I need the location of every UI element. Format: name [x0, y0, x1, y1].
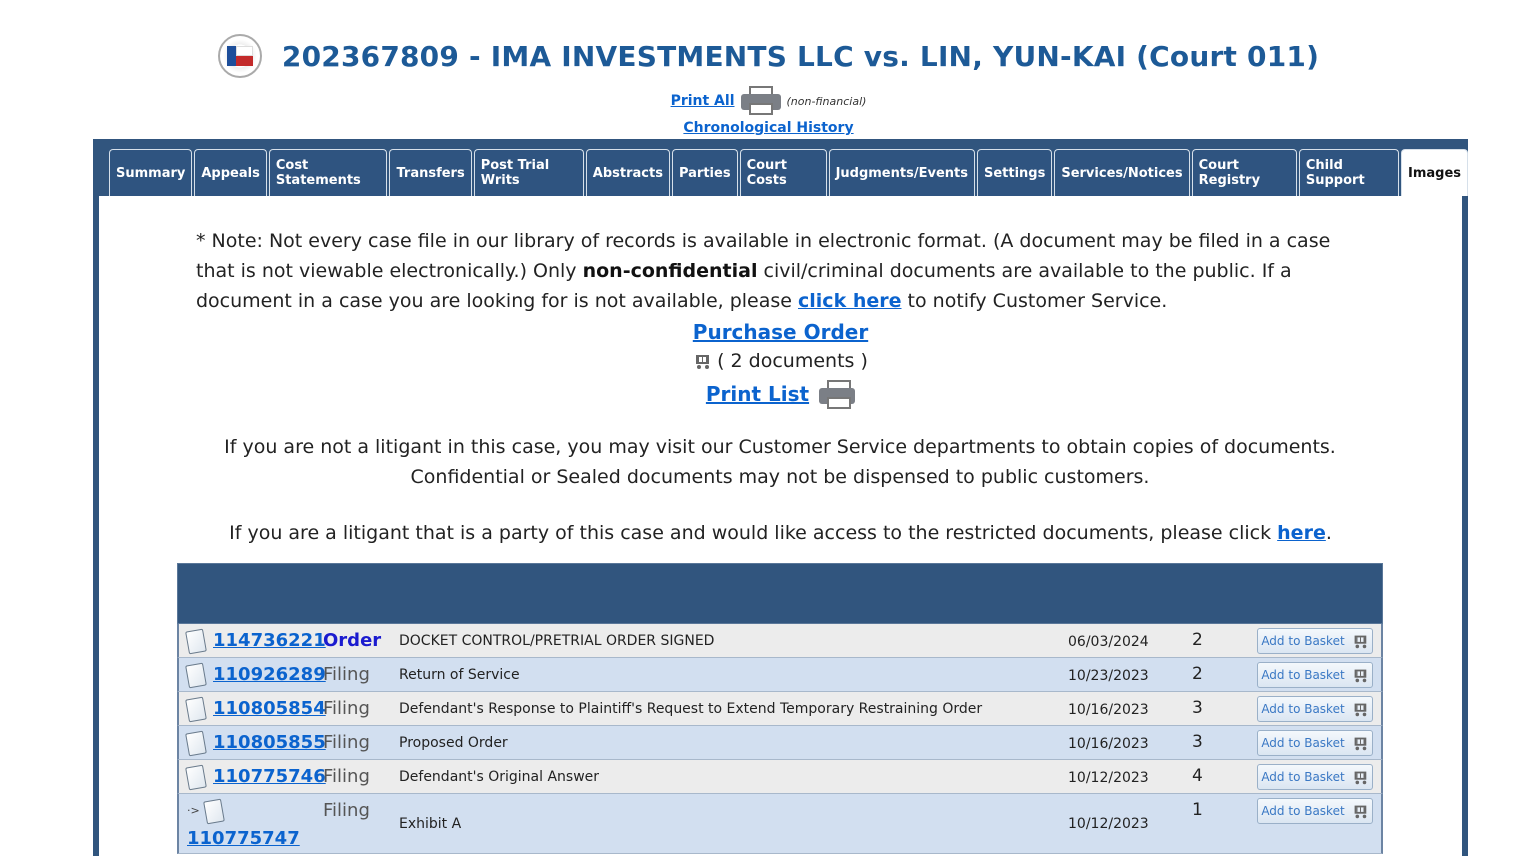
images-panel: * Note: Not every case file in our libra… [99, 196, 1462, 856]
case-frame: Summary Appeals Cost Statements Transfers Po… [93, 139, 1468, 856]
document-pages: 2 [1192, 664, 1203, 684]
documents-table: 114736221 Order DOCKET CONTROL/PRETRIAL OR… [177, 563, 1383, 854]
cart-icon [1352, 770, 1368, 785]
table-row: 114736221 Order DOCKET CONTROL/PRETRIAL OR… [177, 624, 1383, 658]
add-to-basket-button[interactable]: Add to Basket [1257, 764, 1373, 790]
add-to-basket-button[interactable]: Add to Basket [1257, 628, 1373, 654]
tab-judgments-events[interactable]: Judgments/Events [828, 149, 975, 196]
document-description: Return of Service [399, 667, 520, 683]
document-date: 10/12/2023 [1068, 770, 1149, 786]
tab-appeals[interactable]: Appeals [194, 149, 267, 196]
case-header: 202367809 - IMA INVESTMENTS LLC vs. LIN,… [0, 34, 1537, 136]
document-type: Order [323, 630, 382, 651]
document-number-link[interactable]: 110775747 [187, 828, 300, 849]
non-confidential-label: non-confidential [582, 260, 758, 282]
table-header [177, 563, 1383, 624]
document-description: DOCKET CONTROL/PRETRIAL ORDER SIGNED [399, 633, 715, 649]
tab-services-notices[interactable]: Services/Notices [1054, 149, 1190, 196]
purchase-order-link[interactable]: Purchase Order [693, 320, 868, 344]
cart-icon [1352, 736, 1368, 751]
document-type: Filing [323, 664, 370, 685]
tab-transfers[interactable]: Transfers [389, 149, 472, 196]
print-list-link[interactable]: Print List [706, 382, 809, 406]
document-type: Filing [323, 732, 370, 753]
document-type: Filing [323, 766, 370, 787]
document-number-link[interactable]: 110926289 [213, 664, 326, 685]
cart-icon [1352, 804, 1368, 819]
add-to-basket-button[interactable]: Add to Basket [1257, 798, 1373, 824]
litigant-info: If you are a litigant that is a party of… [229, 522, 1332, 544]
document-pages: 3 [1192, 732, 1203, 752]
documents-count: ( 2 documents ) [717, 350, 868, 372]
document-description: Exhibit A [399, 816, 462, 832]
document-pages: 1 [1192, 800, 1203, 820]
add-to-basket-button[interactable]: Add to Basket [1257, 730, 1373, 756]
document-description: Defendant's Response to Plaintiff's Requ… [399, 701, 983, 717]
attachment-arrow: ·> [187, 804, 200, 817]
non-litigant-info: If you are not a litigant in this case, … [224, 436, 1336, 488]
tab-summary[interactable]: Summary [109, 149, 193, 196]
cart-icon [1352, 634, 1368, 649]
document-description: Defendant's Original Answer [399, 769, 600, 785]
chronological-history-link[interactable]: Chronological History [683, 120, 853, 136]
tab-images[interactable]: Images [1400, 149, 1468, 196]
non-financial-note: (non-financial) [786, 94, 867, 108]
document-icon[interactable] [203, 798, 225, 825]
document-number-link[interactable]: 110805855 [213, 732, 326, 753]
cart-icon [1352, 702, 1368, 717]
document-icon[interactable] [185, 628, 207, 655]
document-date: 10/16/2023 [1068, 702, 1149, 718]
document-pages: 3 [1192, 698, 1203, 718]
document-pages: 2 [1192, 630, 1203, 650]
document-pages: 4 [1192, 766, 1203, 786]
document-type: Filing [323, 698, 370, 719]
cart-icon [1352, 668, 1368, 683]
add-to-basket-button[interactable]: Add to Basket [1257, 662, 1373, 688]
tab-child-support[interactable]: Child Support [1298, 149, 1399, 196]
document-number-link[interactable]: 110805854 [213, 698, 326, 719]
tab-abstracts[interactable]: Abstracts [585, 149, 670, 196]
document-icon[interactable] [185, 696, 207, 723]
county-seal-icon [217, 34, 262, 78]
availability-note: * Note: Not every case file in our libra… [196, 230, 1331, 312]
document-number-link[interactable]: 114736221 [213, 630, 326, 651]
page-title: 202367809 - IMA INVESTMENTS LLC vs. LIN,… [281, 39, 1320, 73]
document-date: 10/23/2023 [1068, 668, 1149, 684]
notify-click-here-link[interactable]: click here [798, 290, 901, 312]
document-icon[interactable] [185, 764, 207, 791]
purchase-order-row: Purchase Order [99, 320, 1462, 344]
printer-icon[interactable] [740, 86, 781, 116]
document-icon[interactable] [185, 662, 207, 689]
documents-count-row: ( 2 documents ) [99, 350, 1462, 372]
table-row: ·> 110775747 Filing Exhibit A 10/12/2023 1 Add… [177, 794, 1383, 854]
tab-cost-statements[interactable]: Cost Statements [268, 149, 388, 196]
table-row: 110805854 Filing Defendant's Response to P… [177, 692, 1383, 726]
restricted-access-here-link[interactable]: here [1277, 522, 1326, 544]
tab-court-registry[interactable]: Court Registry [1191, 149, 1297, 196]
document-date: 10/16/2023 [1068, 736, 1149, 752]
table-row: 110926289 Filing Return of Service 10/23/20… [177, 658, 1383, 692]
document-icon[interactable] [185, 730, 207, 757]
document-number-link[interactable]: 110775746 [213, 766, 326, 787]
add-to-basket-button[interactable]: Add to Basket [1257, 696, 1373, 722]
print-all-link[interactable]: Print All [671, 93, 735, 109]
table-row: 110805855 Filing Proposed Order 10/16/2023 3… [177, 726, 1383, 760]
tab-parties[interactable]: Parties [671, 149, 738, 196]
print-list-row: Print List [99, 380, 1462, 409]
printer-icon[interactable] [819, 380, 856, 409]
tab-bar: Summary Appeals Cost Statements Transfers Po… [109, 149, 1468, 196]
document-type: Filing [323, 800, 370, 821]
document-date: 06/03/2024 [1068, 634, 1149, 650]
document-date: 10/12/2023 [1068, 816, 1149, 832]
table-row: 110775746 Filing Defendant's Original Answ… [177, 760, 1383, 794]
tab-settings[interactable]: Settings [976, 149, 1053, 196]
tab-post-trial-writs[interactable]: Post Trial Writs [473, 149, 584, 196]
cart-icon [693, 353, 711, 369]
tab-court-costs[interactable]: Court Costs [739, 149, 827, 196]
document-description: Proposed Order [399, 735, 508, 751]
